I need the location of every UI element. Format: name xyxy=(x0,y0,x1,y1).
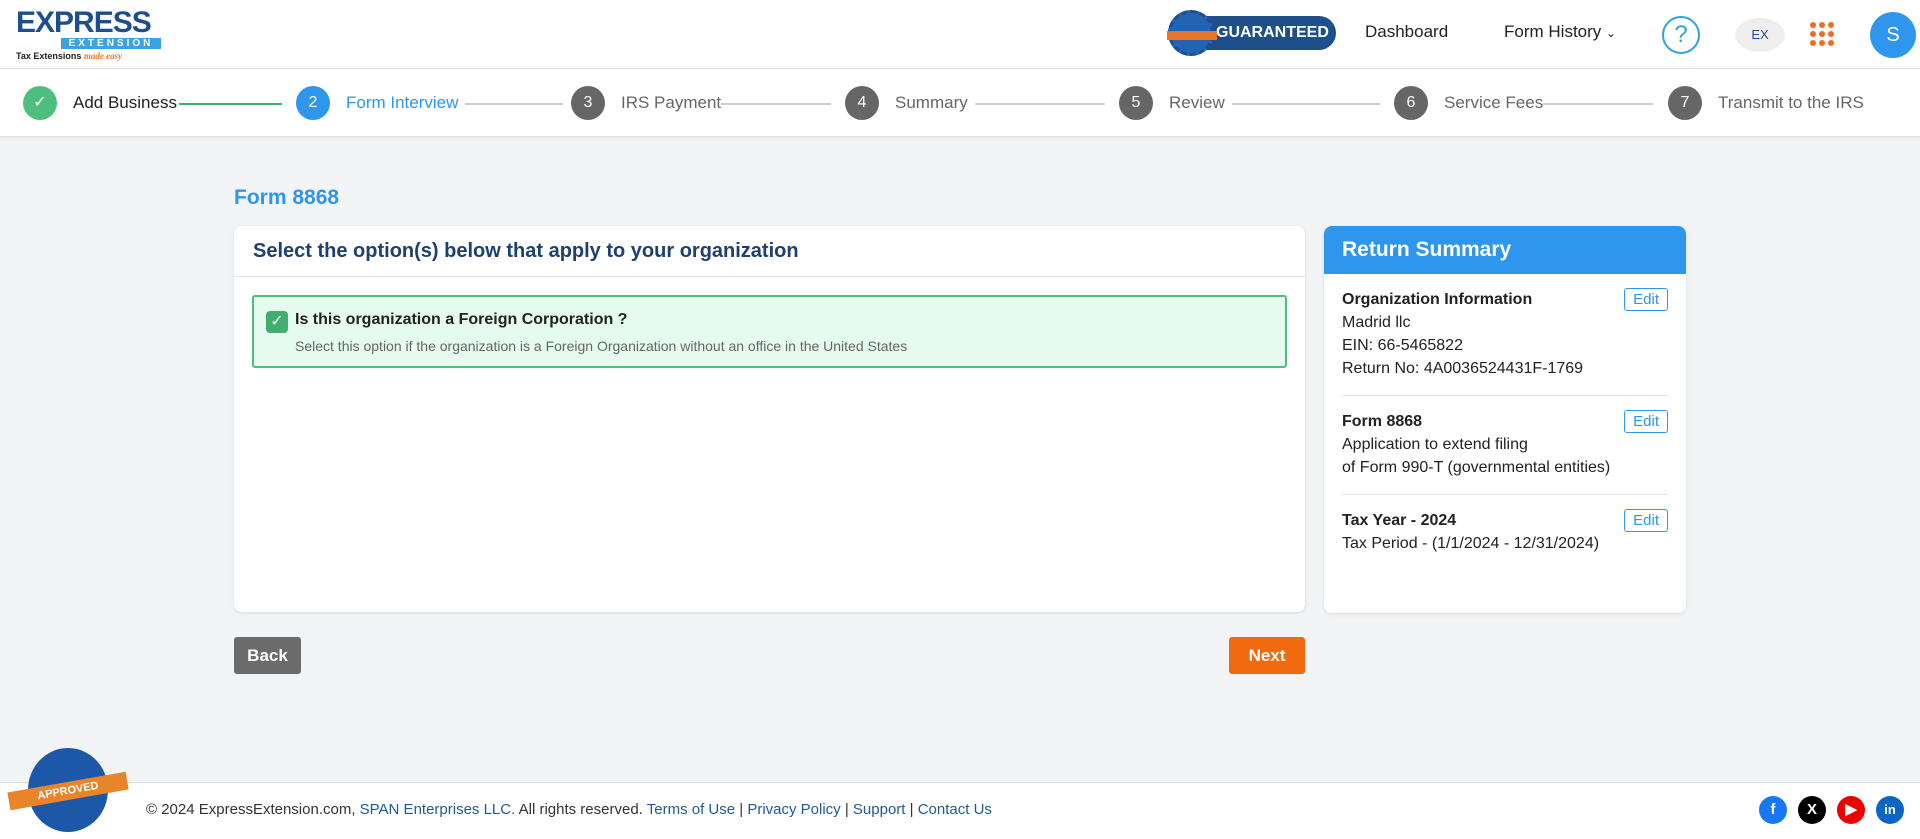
step-connector xyxy=(1543,103,1653,105)
step-summary: 4 Summary xyxy=(845,86,968,120)
logo[interactable]: EXPRESS EXTENSION Tax Extensions made ea… xyxy=(16,8,166,64)
contact-link[interactable]: Contact Us xyxy=(918,801,992,818)
check-icon: ✓ xyxy=(23,86,57,120)
step-form-interview[interactable]: 2 Form Interview xyxy=(296,86,458,120)
x-icon[interactable]: X xyxy=(1798,796,1826,824)
support-link[interactable]: Support xyxy=(853,801,906,818)
summary-org-section: Organization Information Madrid llc EIN:… xyxy=(1342,274,1668,396)
step-irs-payment: 3 IRS Payment xyxy=(571,86,721,120)
terms-link[interactable]: Terms of Use xyxy=(647,801,735,818)
facebook-icon[interactable]: f xyxy=(1759,796,1787,824)
progress-stepper: ✓ Add Business 2 Form Interview 3 IRS Payme… xyxy=(0,69,1920,137)
step-connector xyxy=(1232,103,1380,105)
privacy-link[interactable]: Privacy Policy xyxy=(747,801,840,818)
edit-form-button[interactable]: Edit xyxy=(1624,410,1668,433)
checkbox-checked-icon[interactable]: ✓ xyxy=(266,311,288,333)
step-review: 5 Review xyxy=(1119,86,1225,120)
span-link[interactable]: SPAN Enterprises LLC. xyxy=(360,801,516,818)
option-description: Select this option if the organization i… xyxy=(295,338,908,354)
options-heading: Select the option(s) below that apply to… xyxy=(234,226,1305,277)
chevron-down-icon: ⌄ xyxy=(1606,26,1617,40)
help-icon[interactable]: ? xyxy=(1662,16,1700,54)
step-service-fees: 6 Service Fees xyxy=(1394,86,1543,120)
summary-form-section: Form 8868 Application to extend filing o… xyxy=(1342,396,1668,495)
avatar[interactable]: S xyxy=(1870,12,1916,58)
summary-tax-section: Tax Year - 2024 Tax Period - (1/1/2024 -… xyxy=(1342,495,1668,570)
nav-dashboard[interactable]: Dashboard xyxy=(1365,22,1448,42)
option-question: Is this organization a Foreign Corporati… xyxy=(295,311,628,328)
edit-org-button[interactable]: Edit xyxy=(1624,288,1668,311)
summary-title: Return Summary xyxy=(1324,226,1686,274)
return-summary-panel: Return Summary Organization Information … xyxy=(1324,226,1686,613)
linkedin-icon[interactable]: in xyxy=(1876,796,1904,824)
back-button[interactable]: Back xyxy=(234,637,301,674)
header: EXPRESS EXTENSION Tax Extensions made ea… xyxy=(0,0,1920,69)
footer: © 2024 ExpressExtension.com, SPAN Enterp… xyxy=(0,782,1920,839)
step-connector xyxy=(179,103,282,105)
options-card: Select the option(s) below that apply to… xyxy=(234,226,1305,612)
step-add-business[interactable]: ✓ Add Business xyxy=(23,86,177,120)
youtube-icon[interactable]: ▶ xyxy=(1837,796,1865,824)
option-foreign-corporation[interactable]: ✓ Is this organization a Foreign Corpora… xyxy=(252,295,1287,368)
page-title: Form 8868 xyxy=(234,186,340,209)
step-connector xyxy=(975,103,1105,105)
footer-text: © 2024 ExpressExtension.com, SPAN Enterp… xyxy=(146,801,992,818)
step-connector xyxy=(465,103,563,105)
next-button[interactable]: Next xyxy=(1229,637,1305,674)
step-transmit: 7 Transmit to the IRS xyxy=(1668,86,1864,120)
apps-grid-icon[interactable] xyxy=(1810,22,1834,46)
ex-cloud-icon[interactable]: EX xyxy=(1735,18,1785,52)
approved-seal-icon xyxy=(1167,10,1217,56)
nav-form-history[interactable]: Form History ⌄ xyxy=(1504,22,1616,42)
step-connector xyxy=(721,103,831,105)
money-back-badge: APPROVED xyxy=(7,748,129,832)
edit-tax-year-button[interactable]: Edit xyxy=(1624,509,1668,532)
